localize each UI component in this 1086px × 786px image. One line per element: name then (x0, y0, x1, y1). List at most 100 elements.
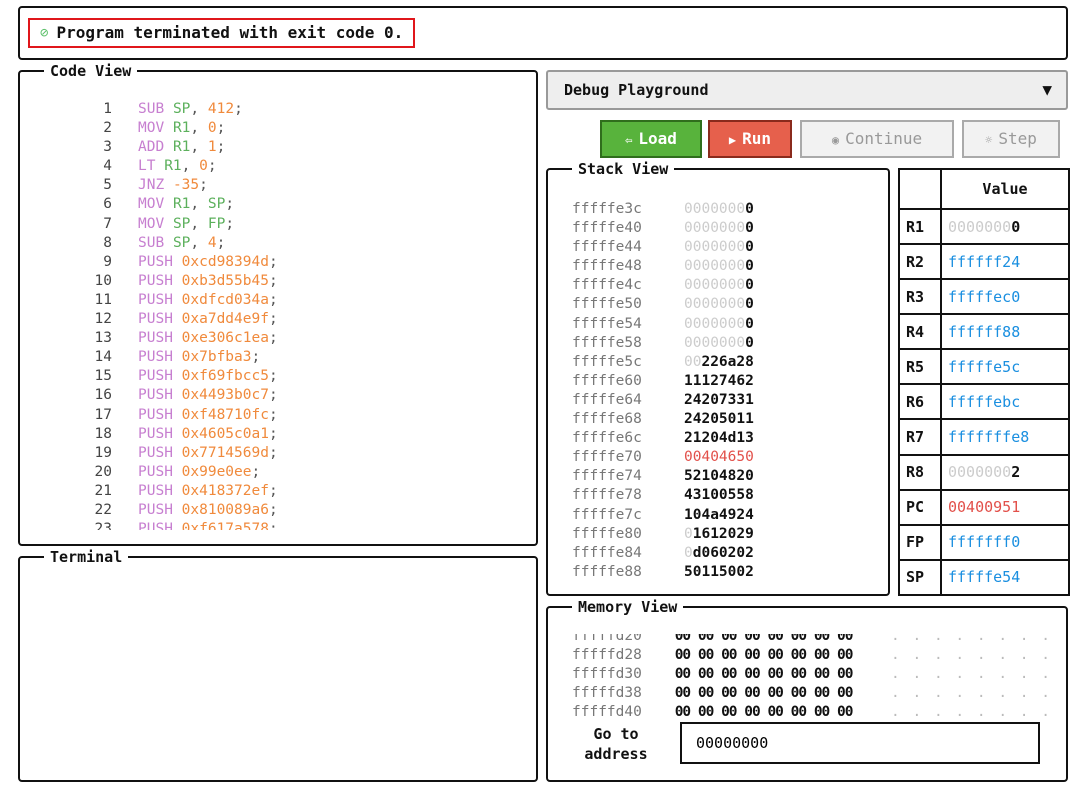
continue-label: Continue (845, 129, 923, 148)
goto-label-line1: Go to (593, 725, 639, 743)
line-number: 18 (94, 425, 112, 442)
code-token: SP (172, 234, 191, 251)
register-row: R3 fffffec0 (898, 278, 1070, 316)
register-value: ffffff88 (940, 313, 1070, 351)
register-value: fffffffe8 (940, 418, 1070, 456)
code-opcode: PUSH (138, 463, 173, 480)
stack-value: 00000000 (684, 200, 754, 219)
code-token: ; (268, 272, 278, 289)
stack-row: fffffe58 00000000 (572, 334, 754, 353)
line-number: 7 (103, 215, 112, 232)
stack-value-leading-zeros: 0000000 (684, 258, 746, 275)
code-token: ; (268, 291, 278, 308)
register-value: 00000002 (940, 453, 1070, 491)
stack-view-panel: Stack View fffffe3c 00000000 fffffe40 00000… (546, 160, 890, 596)
code-line: 12 PUSH 0xa7dd4e9f; (50, 310, 520, 329)
register-name: FP (898, 523, 942, 561)
register-value-digits: ffffff88 (948, 322, 1021, 341)
stack-value-digits: 00404650 (684, 449, 754, 466)
stack-value: 00000000 (684, 334, 754, 353)
code-line: 19 PUSH 0x7714569d; (50, 444, 520, 463)
stack-row: fffffe5c 00226a28 (572, 353, 754, 372)
stack-address: fffffe3c (572, 201, 642, 217)
step-button[interactable]: ☼ Step (962, 120, 1060, 158)
code-token: 0xb3d55b45 (181, 272, 269, 289)
memory-bytes: 00 00 00 00 00 00 00 00 (674, 647, 854, 663)
stack-view-title: Stack View (572, 160, 675, 178)
load-button[interactable]: ⇦ Load (600, 120, 702, 158)
status-text: Program terminated with exit code 0. (56, 23, 404, 42)
goto-address-label: Go to address (572, 724, 660, 764)
stack-value: 11127462 (684, 372, 754, 391)
stack-row: fffffe3c 00000000 (572, 200, 754, 219)
code-line: 11 PUSH 0xdfcd034a; (50, 291, 520, 310)
upload-icon: ⇦ (625, 133, 633, 147)
line-number: 5 (103, 177, 112, 194)
register-value-digits: fffffff0 (948, 533, 1021, 552)
stack-value-digits: 0 (745, 201, 754, 217)
register-row: R5 fffffe5c (898, 348, 1070, 386)
line-number: 19 (94, 444, 112, 461)
run-button[interactable]: ▶ Run (708, 120, 792, 158)
code-token: ; (268, 253, 278, 270)
mode-select[interactable]: Debug Playground ▼ (546, 70, 1068, 110)
code-token: 0xf69fbcc5 (181, 368, 269, 385)
code-token: , (181, 158, 200, 175)
register-value-digits: fffffebc (948, 392, 1021, 411)
stack-value: 00000000 (684, 238, 754, 257)
code-line: 4 LT R1, 0; (50, 157, 520, 176)
code-token: 412 (207, 101, 235, 117)
stack-value-digits: 104a4924 (684, 506, 754, 523)
memory-ascii: . . . . . . . . (891, 647, 1052, 663)
continue-button[interactable]: ◉ Continue (800, 120, 954, 158)
code-token: 0x99e0ee (181, 463, 252, 480)
code-token: , (190, 120, 208, 137)
code-line: 5 JNZ -35; (50, 176, 520, 195)
memory-ascii: . . . . . . . . (891, 704, 1052, 720)
memory-list[interactable]: fffffd20 00 00 00 00 00 00 00 00 . . . . .… (572, 634, 1052, 720)
stack-list[interactable]: fffffe3c 00000000 fffffe40 00000000 fffffe44… (572, 200, 754, 582)
stack-address: fffffe64 (572, 391, 642, 408)
stack-row: fffffe40 00000000 (572, 219, 754, 238)
code-line: 20 PUSH 0x99e0ee; (50, 463, 520, 482)
register-row: FP fffffff0 (898, 523, 1070, 561)
goto-address-input[interactable] (680, 722, 1040, 764)
register-name: R7 (898, 418, 942, 456)
code-line: 21 PUSH 0x418372ef; (50, 482, 520, 501)
stack-row: fffffe64 24207331 (572, 391, 754, 410)
code-opcode: PUSH (138, 444, 173, 461)
stack-value-digits: 0 (745, 315, 754, 332)
stack-address: fffffe58 (572, 334, 642, 351)
code-token: ; (268, 482, 278, 499)
register-value-digits: 0 (1011, 217, 1021, 236)
code-token: ; (268, 425, 278, 442)
code-listing[interactable]: 1 SUB SP, 412; 2 MOV R1, 0; 3 ADD R1, 1; 4 LT R… (50, 100, 520, 530)
line-number: 16 (94, 387, 112, 404)
stack-value: 00226a28 (684, 353, 754, 372)
terminal-panel[interactable]: Terminal (18, 548, 538, 782)
code-opcode: PUSH (138, 311, 173, 328)
code-opcode: PUSH (138, 521, 173, 530)
memory-bytes: 00 00 00 00 00 00 00 00 (674, 634, 854, 644)
stack-value: 00000000 (684, 276, 754, 295)
register-row: R7 fffffffe8 (898, 418, 1070, 456)
code-token: ; (216, 120, 226, 137)
stack-address: fffffe84 (572, 544, 642, 561)
code-token: ; (268, 311, 278, 328)
register-name: R8 (898, 453, 942, 491)
memory-address: fffffd28 (572, 647, 642, 663)
code-token: 1 (207, 139, 217, 156)
code-opcode: PUSH (138, 330, 173, 347)
code-opcode: PUSH (138, 482, 173, 499)
memory-bytes: 00 00 00 00 00 00 00 00 (674, 704, 854, 720)
